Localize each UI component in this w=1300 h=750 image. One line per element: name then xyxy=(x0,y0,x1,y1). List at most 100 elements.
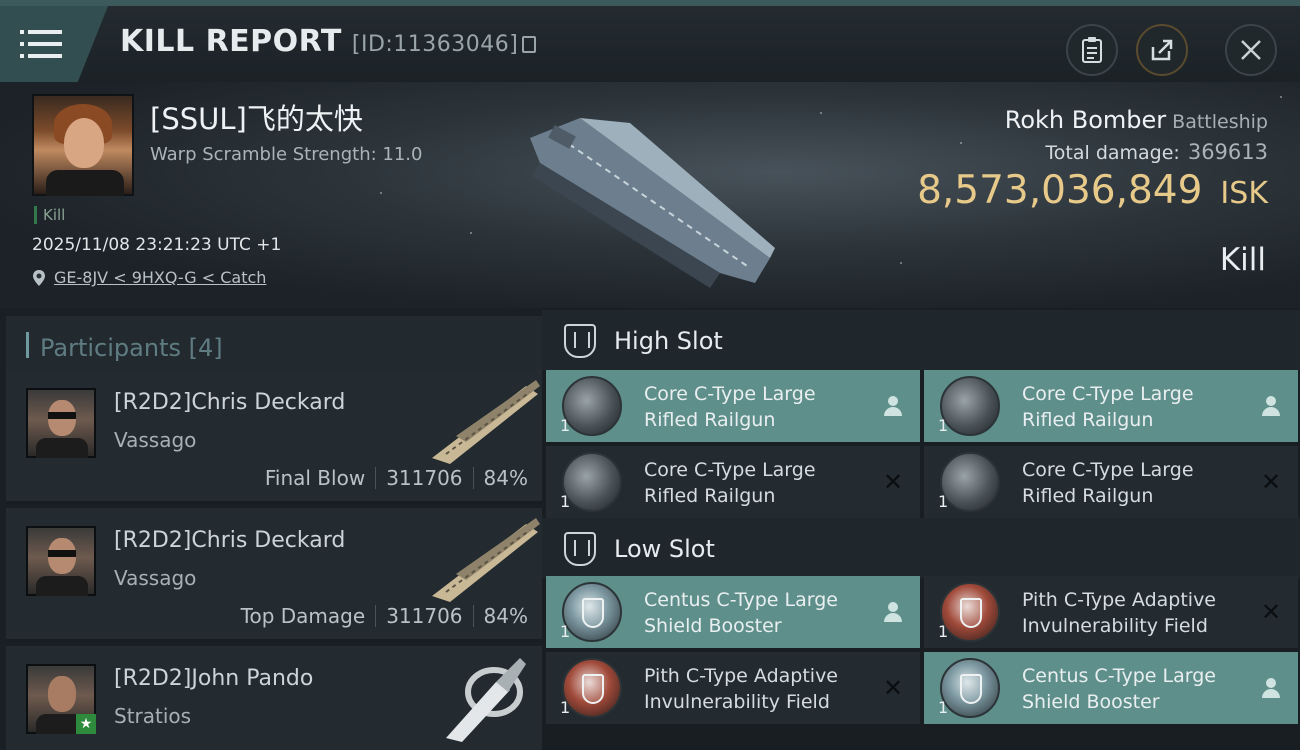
victim-ship[interactable]: Rokh Bomber Battleship xyxy=(1005,106,1268,134)
module-item[interactable]: 1 Centus C-Type Large Shield Booster xyxy=(546,576,920,648)
module-quantity: 1 xyxy=(560,416,571,435)
participant-card[interactable]: [R2D2]Chris Deckard Vassago Final Blow 31… xyxy=(6,370,542,504)
module-name: Core C-Type Large Rifled Railgun xyxy=(1022,457,1262,509)
person-icon-head xyxy=(888,396,898,406)
participant-card[interactable]: ★ [R2D2]John Pando Stratios xyxy=(6,646,542,750)
railgun-icon xyxy=(940,376,1000,436)
module-name-line2: Shield Booster xyxy=(1022,691,1160,713)
victim-name[interactable]: [SSUL]飞的太快 xyxy=(150,96,363,138)
ship-name: Rokh Bomber xyxy=(1004,106,1167,134)
participant-ship-image xyxy=(446,658,526,742)
participant-ship: Vassago xyxy=(114,428,197,452)
isk-value: 8,573,036,849 ISK xyxy=(917,168,1268,213)
shield-emblem xyxy=(582,674,604,704)
copy-icon[interactable] xyxy=(522,36,537,53)
participant-damage: 311706 xyxy=(386,604,463,628)
clipboard-button[interactable] xyxy=(1066,24,1118,76)
portrait-face xyxy=(64,118,104,168)
module-item[interactable]: 1 Centus C-Type Large Shield Booster xyxy=(924,652,1298,724)
participants-count: [4] xyxy=(188,334,223,362)
shield-emblem xyxy=(582,598,604,628)
isk-unit: ISK xyxy=(1220,176,1268,211)
participant-role: Top Damage xyxy=(240,604,366,628)
destroyed-x-icon: ✕ xyxy=(1260,598,1282,626)
railgun-icon xyxy=(562,452,622,512)
low-slot-label: Low Slot xyxy=(614,535,715,563)
victim-portrait[interactable] xyxy=(32,94,134,196)
stat-divider xyxy=(472,467,474,489)
module-item[interactable]: 1 Pith C-Type Adaptive Invulnerability Fi… xyxy=(546,652,920,724)
dropped-person-icon xyxy=(1260,676,1282,700)
avatar: ★ xyxy=(26,664,96,734)
avatar xyxy=(26,388,96,458)
person-icon-body xyxy=(884,407,902,416)
close-button[interactable] xyxy=(1225,24,1277,76)
report-id: [ID:11363046] xyxy=(351,32,519,57)
participants-header: Participants [4] xyxy=(6,316,542,374)
high-slot-header: High Slot xyxy=(542,310,1300,370)
railgun-icon xyxy=(940,452,1000,512)
participants-label: Participants xyxy=(40,334,181,362)
dropped-person-icon xyxy=(1260,394,1282,418)
module-name-line1: Centus C-Type Large xyxy=(1022,665,1216,687)
module-name-line1: Core C-Type Large xyxy=(1022,459,1194,481)
avatar-sunglasses xyxy=(48,550,76,557)
low-slot-icon xyxy=(564,532,596,566)
module-item[interactable]: 1 Pith C-Type Adaptive Invulnerability Fi… xyxy=(924,576,1298,648)
module-quantity: 1 xyxy=(938,698,949,717)
module-quantity: 1 xyxy=(938,492,949,511)
background-star xyxy=(900,262,902,264)
person-icon-head xyxy=(1266,396,1276,406)
module-item[interactable]: 1 Core C-Type Large Rifled Railgun xyxy=(546,370,920,442)
location-link[interactable]: GE-8JV < 9HXQ-G < Catch xyxy=(54,268,266,287)
module-quantity: 1 xyxy=(560,492,571,511)
dropped-person-icon xyxy=(882,600,904,624)
module-name: Centus C-Type Large Shield Booster xyxy=(644,587,884,639)
close-icon xyxy=(1241,40,1261,60)
background-star xyxy=(820,112,822,114)
dropped-person-icon xyxy=(882,394,904,418)
person-icon-body xyxy=(1262,689,1280,698)
module-name-line1: Core C-Type Large xyxy=(644,383,816,405)
menu-button[interactable] xyxy=(0,6,108,82)
participant-percent: 84% xyxy=(483,604,528,628)
participant-ship-image xyxy=(432,518,540,602)
participant-card[interactable]: [R2D2]Chris Deckard Vassago Top Damage 31… xyxy=(6,508,542,642)
module-name: Core C-Type Large Rifled Railgun xyxy=(1022,381,1262,433)
module-name-line2: Invulnerability Field xyxy=(644,691,830,713)
avatar-torso xyxy=(36,576,88,596)
module-name-line1: Pith C-Type Adaptive xyxy=(1022,589,1216,611)
participant-ship: Vassago xyxy=(114,566,197,590)
share-button[interactable] xyxy=(1136,24,1188,76)
background-star xyxy=(960,142,962,144)
invulnerability-field-icon xyxy=(940,582,1000,642)
avatar-sunglasses xyxy=(48,412,76,419)
module-item[interactable]: 1 Core C-Type Large Rifled Railgun xyxy=(924,370,1298,442)
module-quantity: 1 xyxy=(938,622,949,641)
menu-icon-bar xyxy=(20,42,62,46)
share-icon xyxy=(1151,39,1173,61)
module-name-line1: Pith C-Type Adaptive xyxy=(644,665,838,687)
location-pin-icon xyxy=(33,269,45,286)
module-name-line2: Rifled Railgun xyxy=(1022,485,1154,507)
module-item[interactable]: 1 Core C-Type Large Rifled Railgun ✕ xyxy=(924,446,1298,518)
high-slot-icon xyxy=(564,324,596,358)
result-label: Kill xyxy=(1219,242,1266,278)
module-name: Core C-Type Large Rifled Railgun xyxy=(644,457,884,509)
module-name-line2: Shield Booster xyxy=(644,615,782,637)
victim-ship-image xyxy=(530,118,775,288)
shield-booster-icon xyxy=(562,582,622,642)
participant-stats: Top Damage 311706 84% xyxy=(241,604,528,628)
module-quantity: 1 xyxy=(560,622,571,641)
participant-ship: Stratios xyxy=(114,704,192,728)
title-text: KILL REPORT xyxy=(120,24,342,59)
participant-damage: 311706 xyxy=(386,466,463,490)
stat-divider xyxy=(472,605,474,627)
invulnerability-field-icon xyxy=(562,658,622,718)
victim-banner: [SSUL]飞的太快 Warp Scramble Strength: 11.0 … xyxy=(0,82,1300,308)
isk-amount: 8,573,036,849 xyxy=(917,168,1203,213)
background-star xyxy=(1280,96,1282,98)
module-name: Core C-Type Large Rifled Railgun xyxy=(644,381,884,433)
module-item[interactable]: 1 Core C-Type Large Rifled Railgun ✕ xyxy=(546,446,920,518)
kill-location[interactable]: GE-8JV < 9HXQ-G < Catch xyxy=(32,268,266,287)
